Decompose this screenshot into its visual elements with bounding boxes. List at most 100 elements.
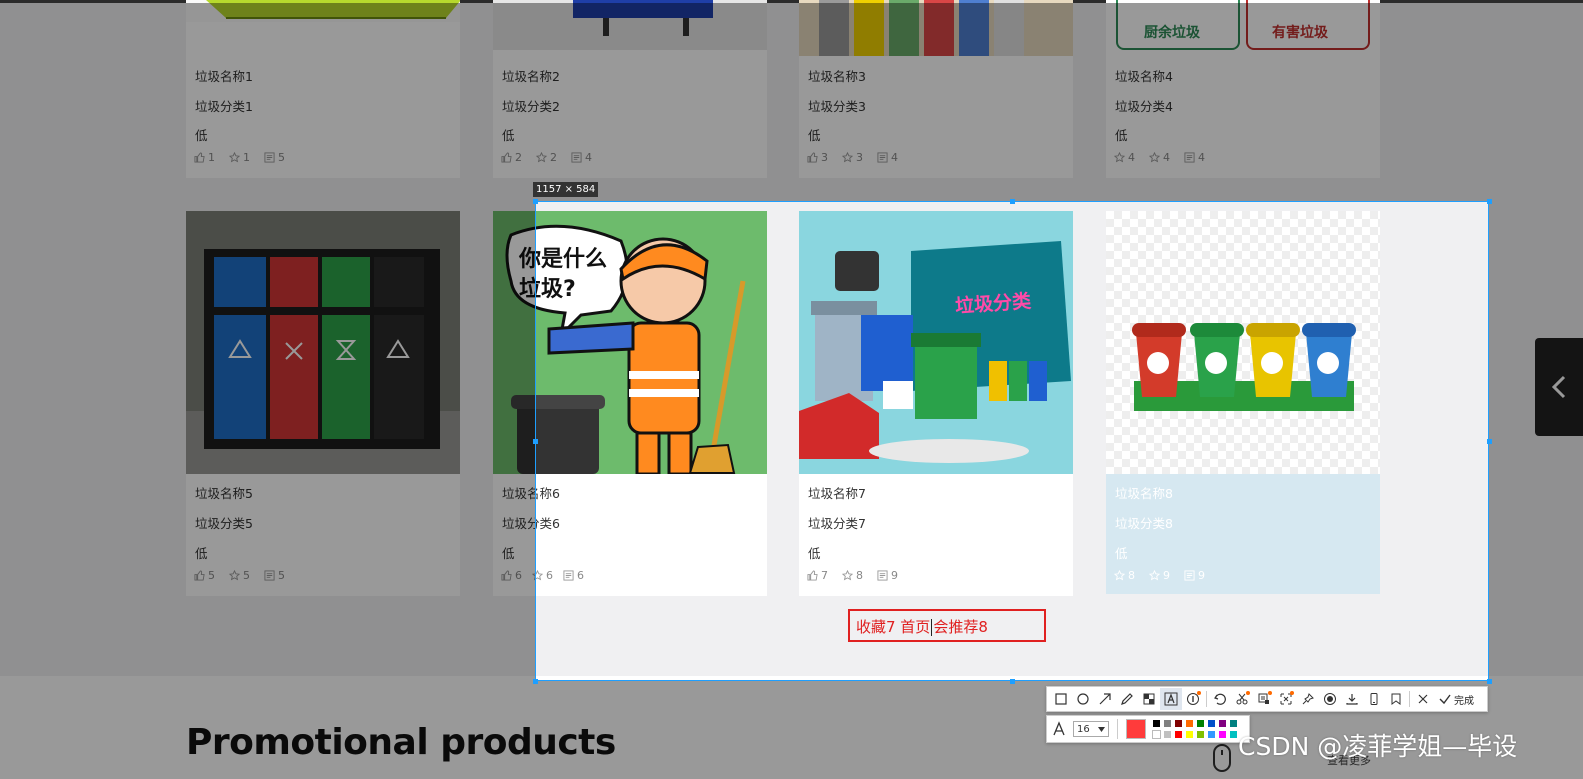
color-swatch[interactable] — [1207, 729, 1216, 739]
like-stat[interactable]: 3 — [807, 151, 828, 164]
bookmark-tool[interactable] — [1385, 688, 1407, 710]
product-name: 垃圾名称3 — [808, 69, 866, 84]
selection-dimensions: 1157 × 584 — [533, 182, 599, 197]
color-swatch[interactable] — [1207, 718, 1216, 728]
product-category: 垃圾分类7 — [808, 516, 866, 531]
product-image-1 — [186, 0, 460, 22]
thumbs-up-icon — [194, 152, 205, 163]
resize-handle[interactable] — [1010, 199, 1015, 204]
star-icon — [842, 570, 853, 581]
comment-stat[interactable]: 6 — [563, 569, 584, 582]
thumbs-up-icon — [807, 570, 818, 581]
color-swatch[interactable] — [1185, 718, 1194, 728]
product-level: 低 — [502, 546, 515, 561]
comment-icon — [1184, 570, 1195, 581]
favorite-stat[interactable]: 9 — [1149, 569, 1170, 582]
product-name: 垃圾名称8 — [1115, 486, 1173, 501]
comment-stat[interactable]: 4 — [1184, 151, 1205, 164]
phone-tool[interactable] — [1363, 688, 1385, 710]
comment-stat[interactable]: 5 — [264, 569, 285, 582]
undo-tool[interactable] — [1209, 688, 1231, 710]
product-card-2[interactable]: 垃圾名称2 垃圾分类2 低 2 2 4 — [493, 0, 767, 178]
side-collapse-tab[interactable] — [1535, 338, 1583, 436]
mosaic-tool[interactable] — [1138, 688, 1160, 710]
save-tool[interactable] — [1341, 688, 1363, 710]
product-category: 垃圾分类2 — [502, 99, 560, 114]
resize-handle[interactable] — [1487, 439, 1492, 444]
favorite-stat[interactable]: 8 — [842, 569, 863, 582]
product-image-3 — [799, 0, 1073, 56]
product-level: 低 — [1115, 546, 1128, 561]
color-swatch[interactable] — [1152, 718, 1161, 728]
resize-handle[interactable] — [1487, 679, 1492, 684]
color-swatch[interactable] — [1174, 729, 1183, 739]
resize-handle[interactable] — [1010, 679, 1015, 684]
color-swatch[interactable] — [1218, 718, 1227, 728]
color-swatch[interactable] — [1152, 729, 1161, 739]
done-button[interactable]: 完成 — [1434, 688, 1478, 710]
ellipse-tool[interactable] — [1072, 688, 1094, 710]
color-swatch[interactable] — [1163, 729, 1172, 739]
favorite-stat[interactable]: 6 — [532, 569, 553, 582]
font-icon — [1053, 721, 1065, 736]
favorite-stat[interactable]: 4 — [1114, 151, 1135, 164]
favorite-stat[interactable]: 5 — [229, 569, 250, 582]
color-swatch[interactable] — [1163, 718, 1172, 728]
current-color-swatch[interactable] — [1126, 719, 1146, 739]
color-swatch[interactable] — [1218, 729, 1227, 739]
comment-stat[interactable]: 9 — [1184, 569, 1205, 582]
comment-icon — [563, 570, 574, 581]
product-card-7[interactable]: 垃圾分类 垃圾名称7 垃圾分类7 低 7 8 9 — [799, 211, 1073, 596]
favorite-stat[interactable]: 8 — [1114, 569, 1135, 582]
check-icon — [1439, 694, 1451, 705]
ocr-tool[interactable] — [1253, 688, 1275, 710]
product-stats: 2 2 4 — [501, 151, 592, 164]
color-swatch[interactable] — [1174, 718, 1183, 728]
favorite-stat[interactable]: 1 — [229, 151, 250, 164]
like-stat[interactable]: 2 — [501, 151, 522, 164]
pin-tool[interactable] — [1297, 688, 1319, 710]
record-tool[interactable] — [1319, 688, 1341, 710]
color-swatch[interactable] — [1229, 729, 1238, 739]
color-swatch[interactable] — [1229, 718, 1238, 728]
favorite-stat[interactable]: 4 — [1149, 151, 1170, 164]
favorite-stat[interactable]: 2 — [536, 151, 557, 164]
like-stat[interactable]: 6 — [501, 569, 522, 582]
comment-stat[interactable]: 9 — [877, 569, 898, 582]
resize-handle[interactable] — [533, 679, 538, 684]
like-stat[interactable]: 1 — [194, 151, 215, 164]
number-tool[interactable] — [1182, 688, 1204, 710]
resize-handle[interactable] — [533, 439, 538, 444]
comment-stat[interactable]: 4 — [877, 151, 898, 164]
text-annotation[interactable]: 收藏7 首页 会推荐8 — [848, 609, 1046, 642]
resize-handle[interactable] — [533, 199, 538, 204]
product-card-8[interactable]: 垃圾名称8 垃圾分类8 低 8 9 9 — [1106, 211, 1380, 594]
product-image-6: 你是什么垃圾? — [493, 211, 767, 474]
color-swatch[interactable] — [1196, 718, 1205, 728]
color-swatch[interactable] — [1185, 729, 1194, 739]
product-card-4[interactable]: 厨余垃圾 有害垃圾 垃圾名称4 垃圾分类4 低 4 4 4 — [1106, 0, 1380, 178]
product-card-1[interactable]: 垃圾名称1 垃圾分类1 低 1 1 5 — [186, 0, 460, 178]
cancel-button[interactable] — [1412, 688, 1434, 710]
product-stats: 1 1 5 — [194, 151, 285, 164]
comment-stat[interactable]: 4 — [571, 151, 592, 164]
screenshot-long-tool[interactable] — [1231, 688, 1253, 710]
arrow-tool[interactable] — [1094, 688, 1116, 710]
product-image-2 — [493, 0, 767, 50]
pen-tool[interactable] — [1116, 688, 1138, 710]
like-stat[interactable]: 7 — [807, 569, 828, 582]
text-tool[interactable] — [1160, 688, 1182, 710]
translate-tool[interactable] — [1275, 688, 1297, 710]
product-card-3[interactable]: 垃圾名称3 垃圾分类3 低 3 3 4 — [799, 0, 1073, 178]
product-category: 垃圾分类6 — [502, 516, 560, 531]
toolbar-separator — [1206, 691, 1207, 707]
font-size-select[interactable]: 16 — [1073, 721, 1109, 737]
rectangle-tool[interactable] — [1050, 688, 1072, 710]
favorite-stat[interactable]: 3 — [842, 151, 863, 164]
like-stat[interactable]: 5 — [194, 569, 215, 582]
comment-stat[interactable]: 5 — [264, 151, 285, 164]
color-swatch[interactable] — [1196, 729, 1205, 739]
product-card-5[interactable]: 垃圾名称5 垃圾分类5 低 5 5 5 — [186, 211, 460, 596]
product-card-6[interactable]: 你是什么垃圾? 垃圾名称6 垃圾分类6 低 6 6 6 — [493, 211, 767, 596]
resize-handle[interactable] — [1487, 199, 1492, 204]
